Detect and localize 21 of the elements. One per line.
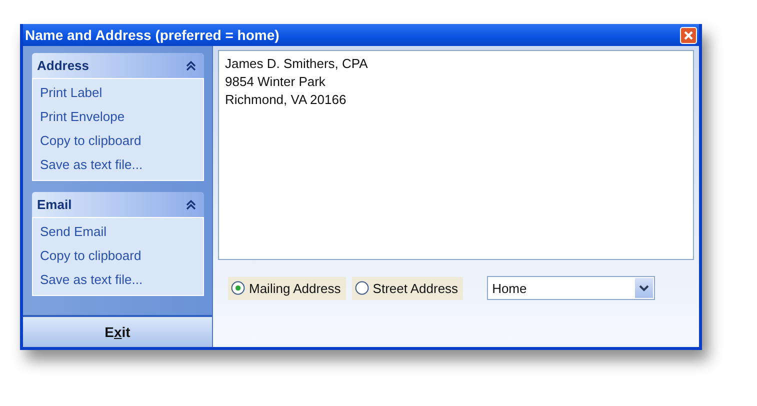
address-type-radio[interactable]: Mailing Address bbox=[228, 276, 346, 300]
group-title: Email bbox=[37, 197, 72, 212]
task-link[interactable]: Save as text file... bbox=[40, 153, 203, 177]
group-header[interactable]: Address bbox=[32, 53, 204, 78]
address-field[interactable]: James D. Smithers, CPA 9854 Winter Park Richmond, VA 20166 bbox=[218, 50, 694, 260]
window-title: Name and Address (preferred = home) bbox=[25, 27, 280, 43]
location-dropdown[interactable]: Home bbox=[487, 276, 656, 300]
task-link[interactable]: Send Email bbox=[40, 220, 203, 244]
collapse-chevron-icon[interactable] bbox=[186, 60, 196, 70]
task-link[interactable]: Print Label bbox=[40, 81, 203, 105]
dropdown-caret-icon[interactable] bbox=[639, 284, 650, 292]
collapse-chevron-icon[interactable] bbox=[186, 200, 196, 210]
task-link[interactable]: Save as text file... bbox=[40, 268, 203, 292]
group-title: Address bbox=[37, 58, 90, 73]
task-link[interactable]: Copy to clipboard bbox=[40, 244, 203, 268]
task-link[interactable]: Copy to clipboard bbox=[40, 129, 203, 153]
close-icon[interactable] bbox=[680, 26, 697, 44]
task-link[interactable]: Print Envelope bbox=[40, 105, 203, 129]
group-header[interactable]: Email bbox=[32, 192, 204, 217]
address-type-radio[interactable]: Street Address bbox=[352, 276, 464, 300]
exit-button[interactable]: Exit bbox=[23, 315, 212, 347]
